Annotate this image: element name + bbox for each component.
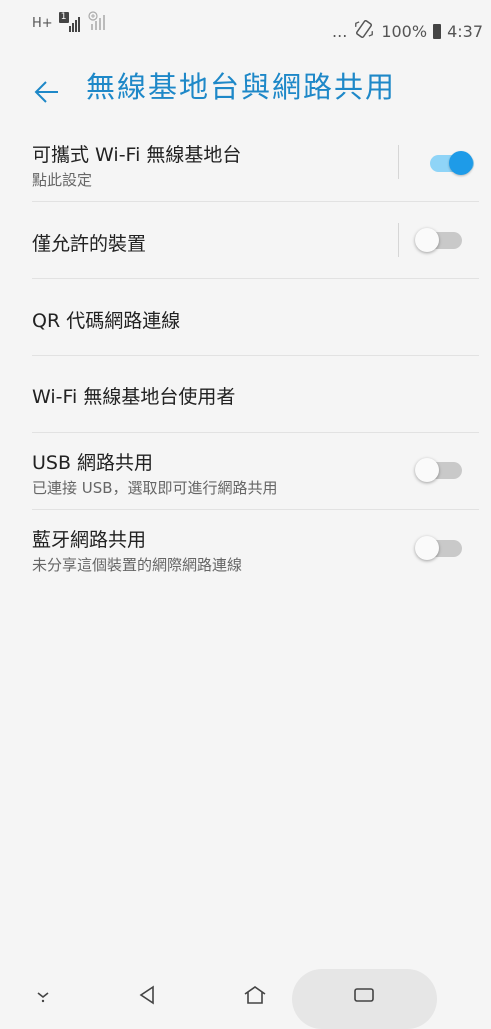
list-item-bluetooth-tethering[interactable]: 藍牙網路共用 未分享這個裝置的網際網路連線 xyxy=(32,510,479,586)
item-title: 可攜式 Wi-Fi 無線基地台 xyxy=(32,144,242,166)
status-bar: H+ 1 ... 100% 4:37 xyxy=(0,0,491,56)
item-subtitle: 未分享這個裝置的網際網路連線 xyxy=(32,556,243,574)
vibrate-icon xyxy=(353,18,375,44)
item-title: 藍牙網路共用 xyxy=(32,529,147,551)
chevron-down-icon[interactable] xyxy=(28,980,58,1010)
switch-thumb xyxy=(415,536,439,560)
arrow-left-icon[interactable] xyxy=(28,72,68,112)
signal-2-icon xyxy=(87,10,109,36)
item-subtitle: 已連接 USB，選取即可進行網路共用 xyxy=(32,479,278,497)
usb-tethering-toggle[interactable] xyxy=(415,458,463,482)
more-notifications: ... xyxy=(332,21,348,41)
bluetooth-tethering-toggle[interactable] xyxy=(415,536,463,560)
switch-thumb xyxy=(415,458,439,482)
battery-percent: 100% xyxy=(381,21,428,41)
recents-icon[interactable] xyxy=(346,978,382,1012)
status-right: ... 100% 4:37 xyxy=(332,18,483,44)
switch-thumb xyxy=(415,228,439,252)
page-title: 無線基地台與網路共用 xyxy=(86,70,397,104)
list-item-qr-code[interactable]: QR 代碼網路連線 xyxy=(32,279,479,356)
divider xyxy=(398,145,399,179)
list-item-hotspot-users[interactable]: Wi-Fi 無線基地台使用者 xyxy=(32,356,479,433)
settings-list: 可攜式 Wi-Fi 無線基地台 點此設定 僅允許的裝置 QR 代碼網路連線 Wi… xyxy=(0,124,491,586)
item-title: QR 代碼網路連線 xyxy=(32,310,181,332)
switch-thumb xyxy=(449,151,473,175)
hotspot-toggle[interactable] xyxy=(427,151,475,175)
clock: 4:37 xyxy=(447,21,483,41)
item-title: USB 網路共用 xyxy=(32,452,154,474)
home-icon[interactable] xyxy=(238,978,272,1012)
allowed-devices-toggle[interactable] xyxy=(415,228,463,252)
navigation-bar xyxy=(0,966,491,1029)
app-header: 無線基地台與網路共用 xyxy=(0,62,491,118)
list-item-allowed-devices[interactable]: 僅允許的裝置 xyxy=(32,202,479,279)
battery-icon xyxy=(433,23,442,39)
network-type-indicator: H+ xyxy=(32,15,53,31)
list-item-portable-hotspot[interactable]: 可攜式 Wi-Fi 無線基地台 點此設定 xyxy=(32,124,479,202)
triangle-back-icon[interactable] xyxy=(130,978,164,1012)
list-item-usb-tethering[interactable]: USB 網路共用 已連接 USB，選取即可進行網路共用 xyxy=(32,433,479,510)
divider xyxy=(398,223,399,257)
item-subtitle: 點此設定 xyxy=(32,171,93,189)
item-title: 僅允許的裝置 xyxy=(32,233,147,255)
status-left: H+ 1 xyxy=(32,10,109,36)
sim-signal-icon: 1 xyxy=(58,12,81,34)
item-title: Wi-Fi 無線基地台使用者 xyxy=(32,386,236,408)
